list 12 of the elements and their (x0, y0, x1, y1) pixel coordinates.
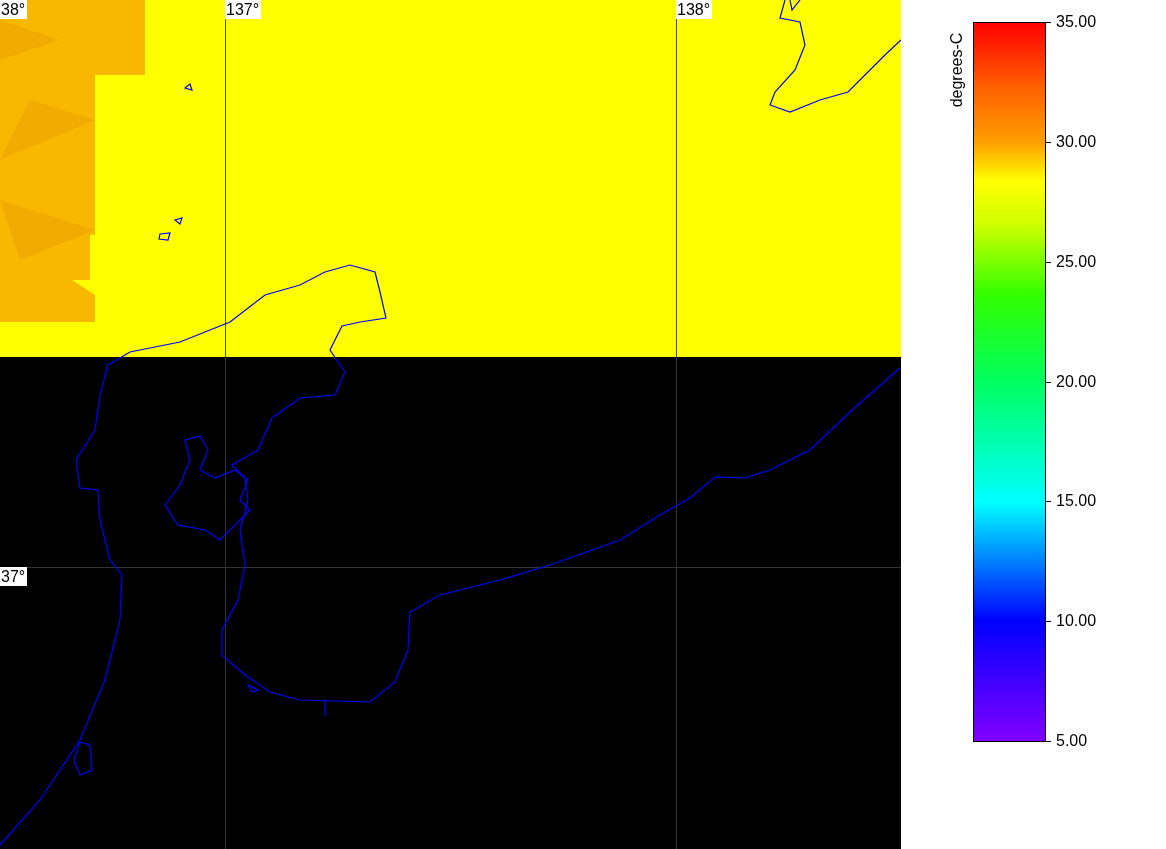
colorbar-unit-label: degrees-C (948, 32, 966, 108)
scale-tick-label: 10.00 (1056, 612, 1097, 631)
scale-tick-label: 30.00 (1056, 132, 1097, 151)
scale-tick-label: 15.00 (1056, 492, 1097, 511)
longitude-label: 137° (225, 0, 262, 19)
latitude-label: 37° (0, 567, 28, 586)
longitude-label: 138° (676, 0, 713, 19)
scale-tick-label: 35.00 (1056, 13, 1097, 31)
latitude-label: 38° (0, 0, 28, 19)
scale-tick-label: 5.00 (1056, 732, 1088, 750)
scale-tick-label: 25.00 (1056, 252, 1097, 271)
scale-tick-label: 20.00 (1056, 372, 1097, 391)
